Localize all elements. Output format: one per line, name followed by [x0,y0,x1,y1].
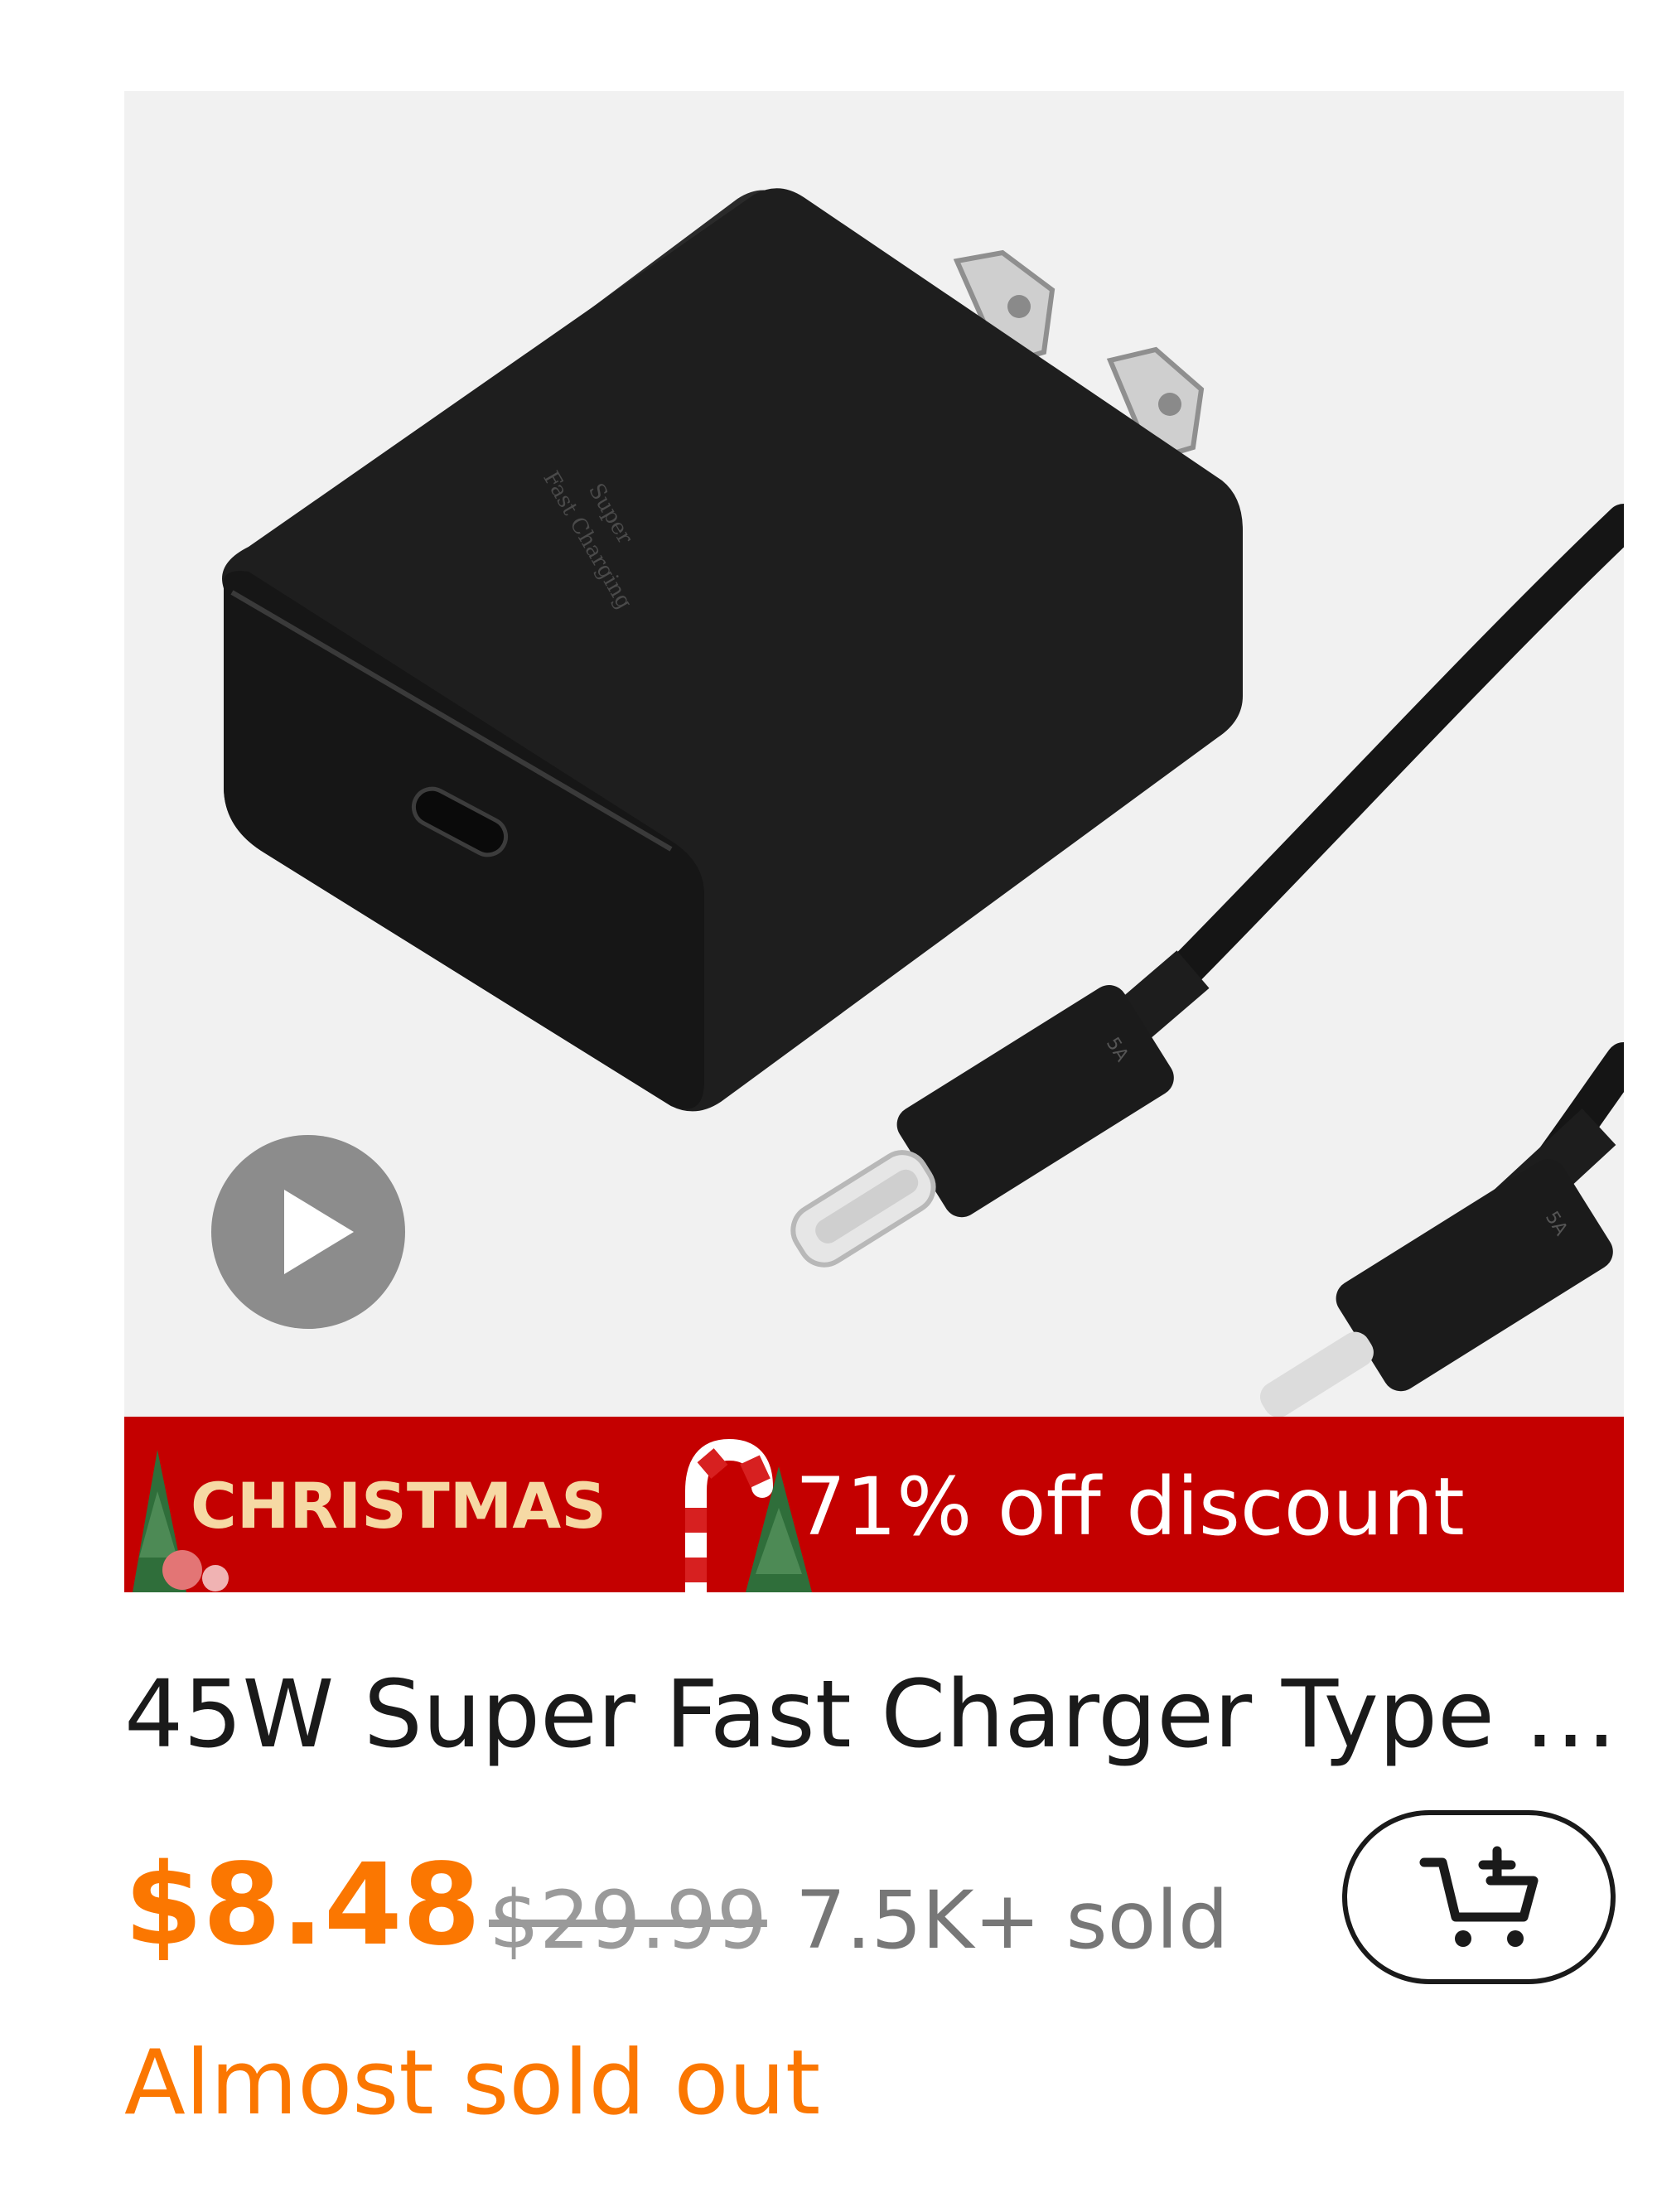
add-to-cart-icon [1419,1846,1539,1947]
promo-tag: CHRISTMAS [191,1469,606,1543]
play-icon [284,1190,354,1274]
product-title[interactable]: 45W Super Fast Charger Type C,... [124,1653,1624,1777]
promo-discount-text: 71% off discount [795,1461,1465,1553]
product-image[interactable]: 5A 5A Super Fast Charging [124,91,1624,1417]
stock-status: Almost sold out [124,2031,821,2135]
product-card[interactable]: 5A 5A Super Fast Charging CHRISTMAS 71% … [0,0,1657,2212]
sold-count: 7.5K+ sold [795,1874,1229,1967]
promo-banner: CHRISTMAS 71% off discount [124,1417,1624,1592]
video-play-button[interactable] [211,1135,405,1329]
current-price: $8.48 [124,1840,481,1971]
original-price: $29.99 [489,1874,767,1967]
add-to-cart-button[interactable] [1342,1810,1616,1984]
